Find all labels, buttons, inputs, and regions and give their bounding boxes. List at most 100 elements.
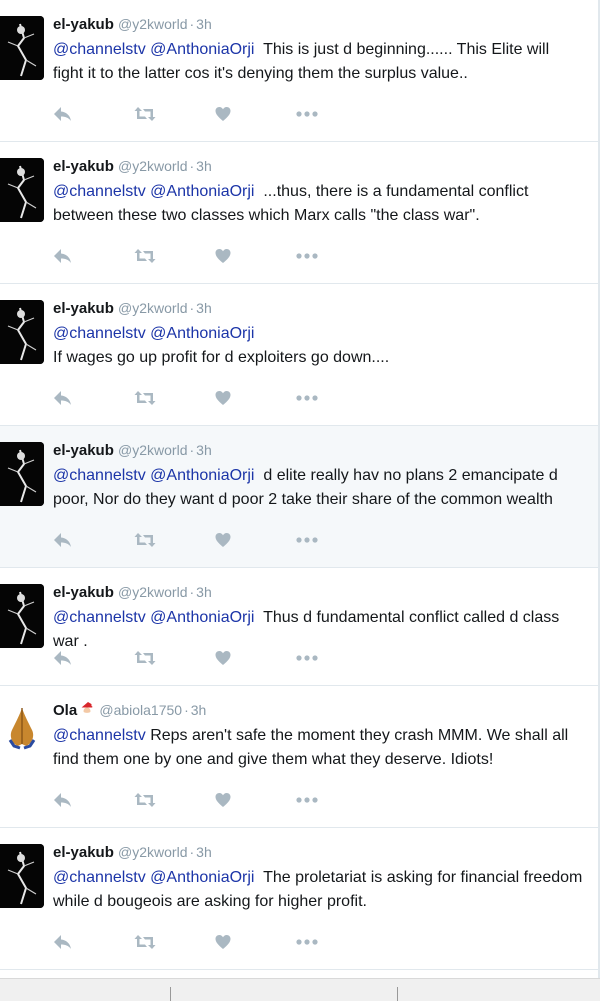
user-handle[interactable]: @y2kworld — [118, 844, 187, 860]
like-button[interactable] — [215, 789, 296, 811]
retweet-button[interactable] — [134, 103, 215, 125]
more-button[interactable] — [296, 245, 377, 267]
toolbar-divider — [170, 987, 171, 1001]
mention-links[interactable]: @channelstv @AnthoniaOrji — [53, 183, 254, 200]
timestamp[interactable]: 3h — [196, 300, 212, 316]
user-handle[interactable]: @y2kworld — [118, 300, 187, 316]
tweet[interactable]: el-yakub @y2kworld · 3h @channelstv @Antho… — [0, 426, 598, 568]
timestamp[interactable]: 3h — [196, 844, 212, 860]
tweet[interactable]: el-yakub @y2kworld · 3h @channelstv @Antho… — [0, 284, 598, 426]
like-icon — [215, 106, 231, 122]
more-icon — [296, 654, 318, 662]
reply-button[interactable] — [53, 647, 134, 669]
avatar[interactable] — [0, 442, 44, 506]
timestamp[interactable]: 3h — [196, 584, 212, 600]
timestamp[interactable]: 3h — [196, 158, 212, 174]
tweet[interactable]: el-yakub @y2kworld · 3h @channelstv @Antho… — [0, 0, 598, 142]
tweet-actions — [53, 931, 377, 953]
like-button[interactable] — [215, 931, 296, 953]
user-name[interactable]: el-yakub — [53, 300, 114, 317]
tweet-text: @channelstv @AnthoniaOrji If wages go up … — [53, 322, 583, 370]
tweet[interactable]: el-yakub @y2kworld · 3h @channelstv @Antho… — [0, 568, 598, 686]
retweet-icon — [134, 106, 156, 122]
timestamp[interactable]: 3h — [196, 442, 212, 458]
like-button[interactable] — [215, 647, 296, 669]
retweet-button[interactable] — [134, 245, 215, 267]
mention-links[interactable]: @channelstv @AnthoniaOrji — [53, 869, 254, 886]
reply-button[interactable] — [53, 529, 134, 551]
user-name[interactable]: el-yakub — [53, 16, 114, 33]
tweet-text: @channelstv @AnthoniaOrji d elite really… — [53, 464, 583, 512]
like-button[interactable] — [215, 529, 296, 551]
reply-button[interactable] — [53, 789, 134, 811]
like-button[interactable] — [215, 245, 296, 267]
reply-button[interactable] — [53, 103, 134, 125]
mention-links[interactable]: @channelstv @AnthoniaOrji — [53, 325, 254, 342]
user-name[interactable]: el-yakub — [53, 158, 114, 175]
user-handle[interactable]: @y2kworld — [118, 16, 187, 32]
more-button[interactable] — [296, 529, 377, 551]
avatar[interactable] — [0, 584, 44, 648]
mention-links[interactable]: @channelstv @AnthoniaOrji — [53, 41, 254, 58]
tweet-actions — [53, 789, 377, 811]
tweet[interactable]: Ola @abiola1750 · 3h @channelstv Reps aren… — [0, 686, 598, 828]
user-name[interactable]: el-yakub — [53, 584, 114, 601]
avatar[interactable] — [0, 158, 44, 222]
tweet-text: @channelstv Reps aren't safe the moment … — [53, 724, 583, 772]
more-button[interactable] — [296, 647, 377, 669]
tweet-actions — [53, 387, 377, 409]
reply-icon — [53, 390, 73, 406]
avatar[interactable] — [0, 300, 44, 364]
more-icon — [296, 938, 318, 946]
santa-emoji-icon — [79, 701, 95, 717]
more-icon — [296, 536, 318, 544]
reply-icon — [53, 532, 73, 548]
reply-icon — [53, 650, 73, 666]
reply-button[interactable] — [53, 245, 134, 267]
like-icon — [215, 650, 231, 666]
retweet-icon — [134, 650, 156, 666]
avatar[interactable] — [0, 16, 44, 80]
reply-button[interactable] — [53, 931, 134, 953]
bottom-toolbar — [0, 978, 600, 1001]
retweet-button[interactable] — [134, 931, 215, 953]
tweet-text: @channelstv @AnthoniaOrji The proletaria… — [53, 866, 583, 914]
more-button[interactable] — [296, 789, 377, 811]
tweet[interactable]: el-yakub @y2kworld · 3h @channelstv @Antho… — [0, 828, 598, 970]
user-name[interactable]: el-yakub — [53, 442, 114, 459]
user-handle[interactable]: @y2kworld — [118, 584, 187, 600]
tweet-actions — [53, 647, 377, 669]
mention-links[interactable]: @channelstv @AnthoniaOrji — [53, 467, 254, 484]
user-handle[interactable]: @y2kworld — [118, 158, 187, 174]
retweet-button[interactable] — [134, 647, 215, 669]
user-name[interactable]: Ola — [53, 702, 77, 719]
like-button[interactable] — [215, 103, 296, 125]
reply-button[interactable] — [53, 387, 134, 409]
tweet-text: @channelstv @AnthoniaOrji ...thus, there… — [53, 180, 583, 228]
timestamp[interactable]: 3h — [191, 702, 207, 718]
toolbar-divider — [397, 987, 398, 1001]
user-handle[interactable]: @abiola1750 — [99, 702, 182, 718]
like-button[interactable] — [215, 387, 296, 409]
tweet[interactable]: el-yakub @y2kworld · 3h @channelstv @Antho… — [0, 142, 598, 284]
reply-icon — [53, 934, 73, 950]
mention-links[interactable]: @channelstv @AnthoniaOrji — [53, 609, 254, 626]
timestamp[interactable]: 3h — [196, 16, 212, 32]
more-button[interactable] — [296, 387, 377, 409]
retweet-button[interactable] — [134, 529, 215, 551]
more-icon — [296, 252, 318, 260]
avatar[interactable] — [4, 704, 40, 750]
like-icon — [215, 934, 231, 950]
retweet-icon — [134, 934, 156, 950]
retweet-button[interactable] — [134, 789, 215, 811]
retweet-button[interactable] — [134, 387, 215, 409]
avatar[interactable] — [0, 844, 44, 908]
user-name[interactable]: el-yakub — [53, 844, 114, 861]
user-handle[interactable]: @y2kworld — [118, 442, 187, 458]
timeline[interactable]: el-yakub @y2kworld · 3h @channelstv @Antho… — [0, 0, 600, 978]
mention-links[interactable]: @channelstv — [53, 727, 146, 744]
more-button[interactable] — [296, 931, 377, 953]
more-button[interactable] — [296, 103, 377, 125]
like-icon — [215, 248, 231, 264]
more-icon — [296, 796, 318, 804]
